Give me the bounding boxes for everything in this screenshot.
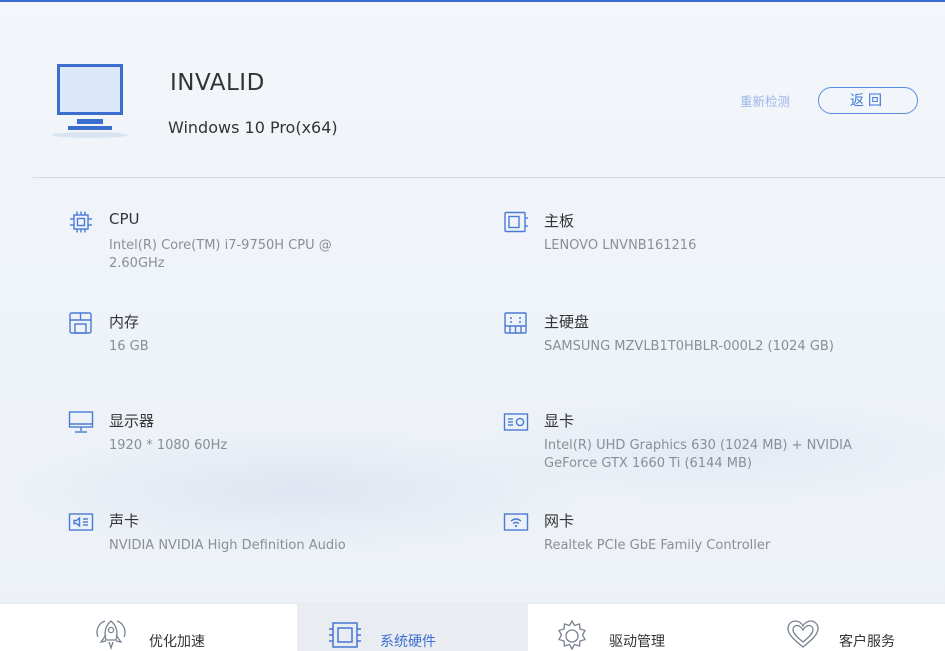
- header-divider: [33, 177, 945, 178]
- nav-label: 驱动管理: [609, 634, 665, 650]
- back-button[interactable]: 返回: [818, 87, 918, 114]
- hw-title: 主板: [544, 212, 575, 230]
- hw-value: NVIDIA NVIDIA High Definition Audio: [109, 538, 346, 553]
- graphics-card-icon: [503, 413, 529, 431]
- nav-label: 客户服务: [839, 634, 895, 650]
- hw-value: SAMSUNG MZVLB1T0HBLR-000L2 (1024 GB): [544, 339, 834, 354]
- motherboard-icon: [504, 211, 528, 233]
- hw-title: 显卡: [544, 412, 575, 430]
- hw-title: 网卡: [544, 512, 575, 530]
- computer-icon: [52, 64, 128, 138]
- heart-icon: [787, 620, 819, 648]
- nav-item-driver-management[interactable]: 驱动管理: [528, 604, 752, 651]
- network-card-icon: [503, 513, 529, 531]
- os-name: Windows 10 Pro(x64): [168, 118, 338, 137]
- hw-title: CPU: [109, 210, 140, 228]
- hw-value: LENOVO LNVNB161216: [544, 238, 697, 253]
- hw-value: Realtek PCIe GbE Family Controller: [544, 538, 771, 553]
- hw-item-motherboard: 主板 LENOVO LNVNB161216: [503, 210, 833, 260]
- bottom-nav: 优化加速 系统硬件 驱动管理 客户服务: [0, 603, 945, 651]
- device-name: INVALID: [170, 70, 265, 96]
- memory-icon: [69, 312, 92, 334]
- hw-item-network-card: 网卡 Realtek PCIe GbE Family Controller: [503, 510, 833, 560]
- redetect-link[interactable]: 重新检测: [740, 91, 790, 110]
- hw-item-monitor: 显示器 1920 * 1080 60Hz: [68, 410, 398, 460]
- gear-icon: [558, 619, 586, 651]
- monitor-icon: [68, 411, 94, 433]
- hw-title: 内存: [109, 313, 140, 331]
- chip-icon: [329, 622, 361, 648]
- hw-title: 主硬盘: [544, 313, 590, 331]
- hw-title: 显示器: [109, 412, 155, 430]
- hw-item-sound-card: 声卡 NVIDIA NVIDIA High Definition Audio: [68, 510, 398, 560]
- hw-title: 声卡: [109, 512, 140, 530]
- hw-value: 1920 * 1080 60Hz: [109, 438, 228, 453]
- nav-item-optimize[interactable]: 优化加速: [0, 604, 297, 651]
- cpu-icon: [70, 211, 92, 233]
- sound-card-icon: [68, 513, 94, 531]
- nav-label: 优化加速: [149, 634, 205, 650]
- hw-value: 16 GB: [109, 339, 149, 354]
- rocket-icon: [96, 620, 126, 651]
- nav-item-system-hardware[interactable]: 系统硬件: [297, 604, 528, 651]
- device-header: INVALID Windows 10 Pro(x64) 重新检测 返回: [0, 0, 945, 178]
- hw-value: Intel(R) UHD Graphics 630 (1024 MB) + NV…: [544, 438, 852, 471]
- hw-item-memory: 内存 16 GB: [68, 311, 398, 361]
- nav-label: 系统硬件: [380, 634, 436, 650]
- hw-item-graphics-card: 显卡 Intel(R) UHD Graphics 630 (1024 MB) +…: [503, 410, 852, 480]
- hw-item-hard-disk: 主硬盘 SAMSUNG MZVLB1T0HBLR-000L2 (1024 GB): [503, 311, 834, 381]
- nav-item-customer-service[interactable]: 客户服务: [752, 604, 945, 651]
- hard-disk-icon: [504, 312, 527, 334]
- hw-value: Intel(R) Core(TM) i7-9750H CPU @ 2.60GHz: [109, 238, 332, 271]
- hw-item-cpu: CPU Intel(R) Core(TM) i7-9750H CPU @ 2.6…: [68, 210, 398, 280]
